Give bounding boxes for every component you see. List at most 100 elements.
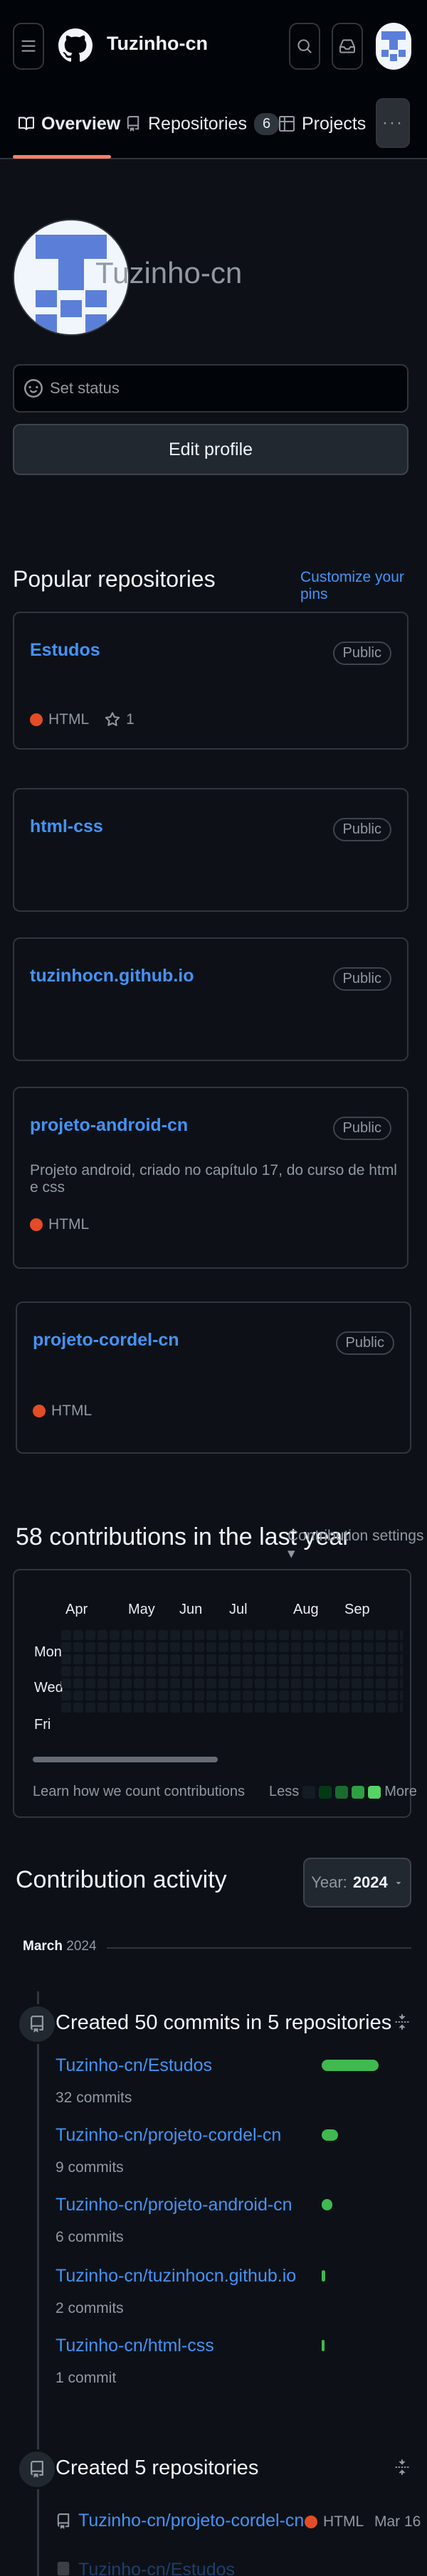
contribution-cell[interactable] (194, 1678, 204, 1688)
contribution-cell[interactable] (267, 1654, 277, 1664)
commit-count-link[interactable]: 32 commits (56, 2090, 132, 2107)
contribution-cell[interactable] (170, 1678, 180, 1688)
contribution-cell[interactable] (400, 1642, 403, 1652)
contribution-cell[interactable] (352, 1691, 362, 1701)
contribution-cell[interactable] (146, 1666, 156, 1676)
contribution-cell[interactable] (327, 1630, 337, 1640)
contribution-cell[interactable] (388, 1703, 398, 1713)
contribution-cell[interactable] (73, 1678, 83, 1688)
contribution-cell[interactable] (364, 1654, 374, 1664)
contribution-cell[interactable] (315, 1630, 325, 1640)
contribution-cell[interactable] (291, 1691, 301, 1701)
contribution-cell[interactable] (73, 1703, 83, 1713)
contribution-cell[interactable] (388, 1691, 398, 1701)
contribution-cell[interactable] (364, 1678, 374, 1688)
contribution-cell[interactable] (97, 1630, 107, 1640)
contribution-cell[interactable] (327, 1666, 337, 1676)
contribution-cell[interactable] (146, 1630, 156, 1640)
contribution-cell[interactable] (146, 1678, 156, 1688)
github-logo-icon[interactable] (58, 23, 95, 68)
contribution-cell[interactable] (122, 1703, 132, 1713)
contribution-cell[interactable] (364, 1630, 374, 1640)
contribution-cell[interactable] (231, 1630, 241, 1640)
contribution-cell[interactable] (339, 1654, 349, 1664)
contribution-cell[interactable] (110, 1691, 120, 1701)
contribution-cell[interactable] (158, 1666, 168, 1676)
fold-icon[interactable] (394, 2014, 410, 2033)
contribution-cell[interactable] (279, 1691, 289, 1701)
contribution-cell[interactable] (352, 1654, 362, 1664)
contribution-cell[interactable] (110, 1666, 120, 1676)
contribution-cell[interactable] (122, 1691, 132, 1701)
contribution-cell[interactable] (170, 1642, 180, 1652)
contribution-cell[interactable] (182, 1642, 192, 1652)
created-repo-item[interactable]: Tuzinho-cn/projeto-cordel-cn (56, 2511, 304, 2531)
contribution-cell[interactable] (364, 1666, 374, 1676)
contribution-cell[interactable] (400, 1703, 403, 1713)
contribution-cell[interactable] (206, 1703, 216, 1713)
contribution-cell[interactable] (255, 1666, 265, 1676)
fold-icon[interactable] (394, 2459, 410, 2479)
contribution-cell[interactable] (85, 1642, 95, 1652)
contribution-cell[interactable] (243, 1642, 253, 1652)
contribution-cell[interactable] (206, 1691, 216, 1701)
star-icon[interactable] (105, 712, 120, 728)
contribution-cell[interactable] (85, 1678, 95, 1688)
contribution-cell[interactable] (376, 1703, 386, 1713)
contribution-cell[interactable] (352, 1666, 362, 1676)
contribution-cell[interactable] (194, 1630, 204, 1640)
contribution-cell[interactable] (376, 1642, 386, 1652)
contribution-cell[interactable] (339, 1678, 349, 1688)
contribution-cell[interactable] (339, 1642, 349, 1652)
contribution-cell[interactable] (315, 1678, 325, 1688)
contribution-cell[interactable] (364, 1642, 374, 1652)
contribution-cell[interactable] (291, 1703, 301, 1713)
contribution-cell[interactable] (339, 1666, 349, 1676)
contribution-cell[interactable] (85, 1691, 95, 1701)
contribution-cell[interactable] (315, 1691, 325, 1701)
contribution-cell[interactable] (376, 1666, 386, 1676)
contribution-cell[interactable] (400, 1654, 403, 1664)
contribution-cell[interactable] (97, 1691, 107, 1701)
contribution-cell[interactable] (158, 1703, 168, 1713)
search-button[interactable] (289, 23, 320, 70)
contribution-cell[interactable] (134, 1678, 144, 1688)
contribution-cell[interactable] (61, 1642, 71, 1652)
contribution-cell[interactable] (134, 1642, 144, 1652)
contribution-cell[interactable] (303, 1642, 313, 1652)
contribution-cell[interactable] (134, 1654, 144, 1664)
year-select-button[interactable]: Year: 2024 (303, 1858, 411, 1907)
commit-repo-link[interactable]: Tuzinho-cn/tuzinhocn.github.io (56, 2266, 296, 2287)
contribution-cell[interactable] (376, 1654, 386, 1664)
contribution-cell[interactable] (194, 1703, 204, 1713)
contribution-cell[interactable] (243, 1678, 253, 1688)
contribution-cell[interactable] (146, 1642, 156, 1652)
contribution-cell[interactable] (110, 1654, 120, 1664)
contribution-cell[interactable] (352, 1703, 362, 1713)
contribution-cell[interactable] (146, 1691, 156, 1701)
contribution-cell[interactable] (376, 1678, 386, 1688)
repo-name-link[interactable]: tuzinhocn.github.io (30, 966, 194, 986)
contribution-cell[interactable] (73, 1642, 83, 1652)
contribution-cell[interactable] (255, 1703, 265, 1713)
header-username[interactable]: Tuzinho-cn (107, 33, 208, 55)
contribution-cell[interactable] (182, 1666, 192, 1676)
contribution-cell[interactable] (291, 1666, 301, 1676)
contribution-cell[interactable] (85, 1703, 95, 1713)
contribution-cell[interactable] (231, 1642, 241, 1652)
contribution-cell[interactable] (291, 1678, 301, 1688)
contribution-cell[interactable] (303, 1666, 313, 1676)
contribution-cell[interactable] (327, 1703, 337, 1713)
contribution-cell[interactable] (182, 1703, 192, 1713)
learn-contributions-link[interactable]: Learn how we count contributions (33, 1784, 245, 1800)
contribution-cell[interactable] (97, 1666, 107, 1676)
contribution-cell[interactable] (97, 1654, 107, 1664)
contribution-cell[interactable] (61, 1703, 71, 1713)
contribution-cell[interactable] (146, 1654, 156, 1664)
contribution-cell[interactable] (352, 1642, 362, 1652)
contribution-cell[interactable] (327, 1654, 337, 1664)
contribution-cell[interactable] (327, 1678, 337, 1688)
contribution-cell[interactable] (243, 1691, 253, 1701)
repo-stars[interactable]: 1 (126, 711, 135, 728)
contribution-cell[interactable] (400, 1691, 403, 1701)
